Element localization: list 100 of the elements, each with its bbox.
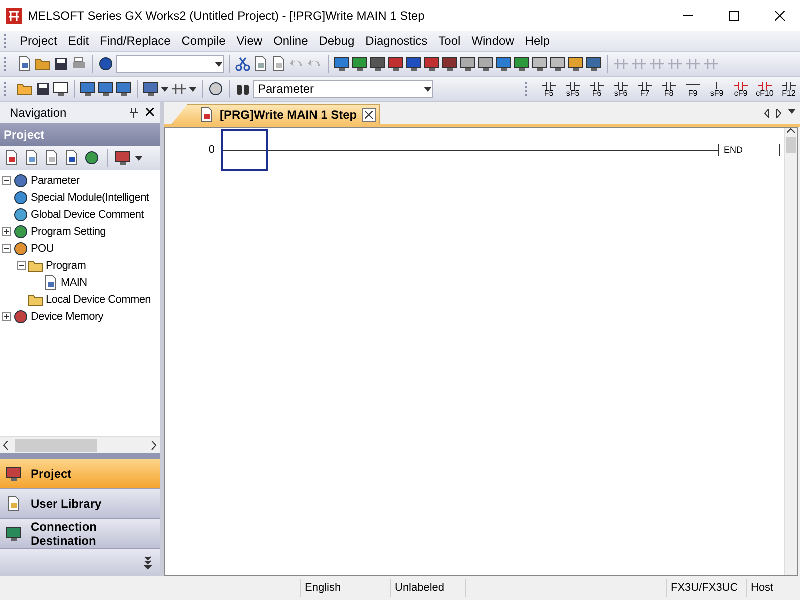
tree-node-icon[interactable]: [13, 224, 29, 240]
monitor-screen-icon[interactable]: [406, 56, 422, 72]
tree-item[interactable]: Local Device Commen: [46, 294, 151, 306]
paste-icon[interactable]: [271, 56, 287, 72]
copy-icon[interactable]: [24, 150, 40, 166]
scroll-left-icon[interactable]: [3, 440, 9, 450]
dropdown-caret-icon[interactable]: [161, 86, 169, 92]
tree-node-icon[interactable]: [13, 190, 29, 206]
chevron-icon[interactable]: [144, 556, 152, 570]
ladder-key-button[interactable]: cF10: [754, 80, 776, 98]
ladder-key-button[interactable]: F8: [658, 80, 680, 98]
tree-item[interactable]: Special Module(Intelligent: [31, 192, 150, 204]
tab-close-button[interactable]: [362, 108, 376, 122]
monitor-screen-icon[interactable]: [496, 56, 512, 72]
expand-toggle-icon[interactable]: [2, 227, 11, 236]
dropdown-caret-icon[interactable]: [424, 86, 432, 92]
ladder-key-button[interactable]: cF9: [730, 80, 752, 98]
monitor-screen-icon[interactable]: [460, 56, 476, 72]
ladder-key-button[interactable]: sF5: [562, 80, 584, 98]
monitor-screen-icon[interactable]: [424, 56, 440, 72]
menu-item[interactable]: Edit: [63, 34, 94, 48]
paste-icon[interactable]: [44, 150, 60, 166]
dropdown-field[interactable]: Parameter: [253, 80, 433, 98]
tab-right-icon[interactable]: [776, 108, 782, 118]
status-field: Unlabeled: [390, 579, 465, 597]
new-document-icon[interactable]: [17, 56, 33, 72]
monitor-screen-icon[interactable]: [370, 56, 386, 72]
window-icon[interactable]: [53, 81, 69, 97]
monitor-screen-icon[interactable]: [116, 81, 132, 97]
ladder-key-button[interactable]: F7: [634, 80, 656, 98]
menu-item[interactable]: View: [232, 34, 268, 48]
dropdown-field[interactable]: [116, 55, 224, 73]
properties-icon[interactable]: [64, 150, 80, 166]
monitor-screen-icon[interactable]: [514, 56, 530, 72]
monitor-screen-icon[interactable]: [442, 56, 458, 72]
monitor-screen-icon[interactable]: [586, 56, 602, 72]
tree-item[interactable]: Parameter: [31, 174, 80, 186]
monitor-screen-icon[interactable]: [352, 56, 368, 72]
tree-node-icon[interactable]: [13, 240, 29, 256]
menu-item[interactable]: Tool: [434, 34, 466, 48]
expand-toggle-icon[interactable]: [2, 312, 11, 321]
scroll-right-icon[interactable]: [151, 440, 157, 450]
ladder-key-button[interactable]: F12: [778, 80, 800, 98]
scrollbar-thumb[interactable]: [15, 438, 97, 452]
tree-item[interactable]: Program Setting: [31, 226, 106, 238]
ladder-symbol-icon: [757, 80, 773, 90]
ladder-key-button[interactable]: sF9: [706, 80, 728, 98]
navigation-button[interactable]: User Library: [0, 489, 160, 519]
monitor-screen-icon[interactable]: [80, 81, 96, 97]
menu-item[interactable]: Find/Replace: [95, 34, 176, 48]
ladder-key-button[interactable]: F9: [682, 80, 704, 98]
navigation-button[interactable]: Project: [0, 459, 160, 489]
maximize-icon[interactable]: [729, 10, 739, 20]
monitor-screen-icon[interactable]: [388, 56, 404, 72]
scroll-up-icon[interactable]: [787, 128, 795, 134]
navigation-button[interactable]: Connection Destination: [0, 519, 160, 549]
menu-item[interactable]: Compile: [176, 34, 231, 48]
collapse-toggle-icon[interactable]: [2, 244, 11, 253]
ladder-key-button[interactable]: sF6: [610, 80, 632, 98]
menu-item[interactable]: Help: [520, 34, 556, 48]
monitor-screen-icon[interactable]: [478, 56, 494, 72]
tree-node-icon[interactable]: [13, 206, 29, 222]
tree-item[interactable]: Global Device Comment: [31, 208, 144, 220]
pin-icon[interactable]: [130, 108, 138, 118]
monitor-screen-icon[interactable]: [550, 56, 566, 72]
close-icon[interactable]: [365, 110, 374, 118]
dropdown-caret-icon[interactable]: [215, 62, 223, 66]
scissors-icon[interactable]: [235, 56, 251, 72]
menu-item[interactable]: Project: [15, 34, 62, 48]
tree-node-icon[interactable]: [13, 172, 29, 188]
editor-tab[interactable]: [PRG]Write MAIN 1 Step: [172, 104, 380, 124]
collapse-toggle-icon[interactable]: [17, 261, 26, 270]
new-item-icon[interactable]: [4, 150, 20, 166]
ladder-key-button[interactable]: F6: [586, 80, 608, 98]
close-icon[interactable]: [146, 108, 154, 116]
copy-icon[interactable]: [253, 56, 269, 72]
monitor-screen-icon[interactable]: [98, 81, 114, 97]
tree-item[interactable]: POU: [31, 242, 54, 254]
tree-node-icon[interactable]: [13, 308, 29, 324]
tree-item[interactable]: Program: [46, 260, 86, 272]
menu-item[interactable]: Online: [268, 34, 314, 48]
scrollbar-thumb[interactable]: [786, 137, 796, 153]
tree-item[interactable]: MAIN: [61, 276, 88, 288]
step-number: 0: [208, 144, 216, 156]
menu-item[interactable]: Debug: [314, 34, 360, 48]
monitor-screen-icon[interactable]: [532, 56, 548, 72]
tab-left-icon[interactable]: [764, 108, 770, 118]
menu-item[interactable]: Window: [466, 34, 520, 48]
ladder-key-button[interactable]: F5: [538, 80, 560, 98]
close-icon[interactable]: [775, 10, 785, 20]
ladder-symbol-icon: [733, 80, 749, 90]
dropdown-caret-icon[interactable]: [189, 86, 197, 92]
collapse-toggle-icon[interactable]: [2, 176, 11, 185]
dropdown-caret-icon[interactable]: [135, 156, 143, 160]
monitor-screen-icon[interactable]: [568, 56, 584, 72]
dropdown-caret-icon[interactable]: [788, 108, 796, 114]
tree-item[interactable]: Device Memory: [31, 310, 104, 322]
save-icon[interactable]: [53, 56, 69, 72]
menu-item[interactable]: Diagnostics: [360, 34, 433, 48]
monitor-screen-icon[interactable]: [334, 56, 350, 72]
